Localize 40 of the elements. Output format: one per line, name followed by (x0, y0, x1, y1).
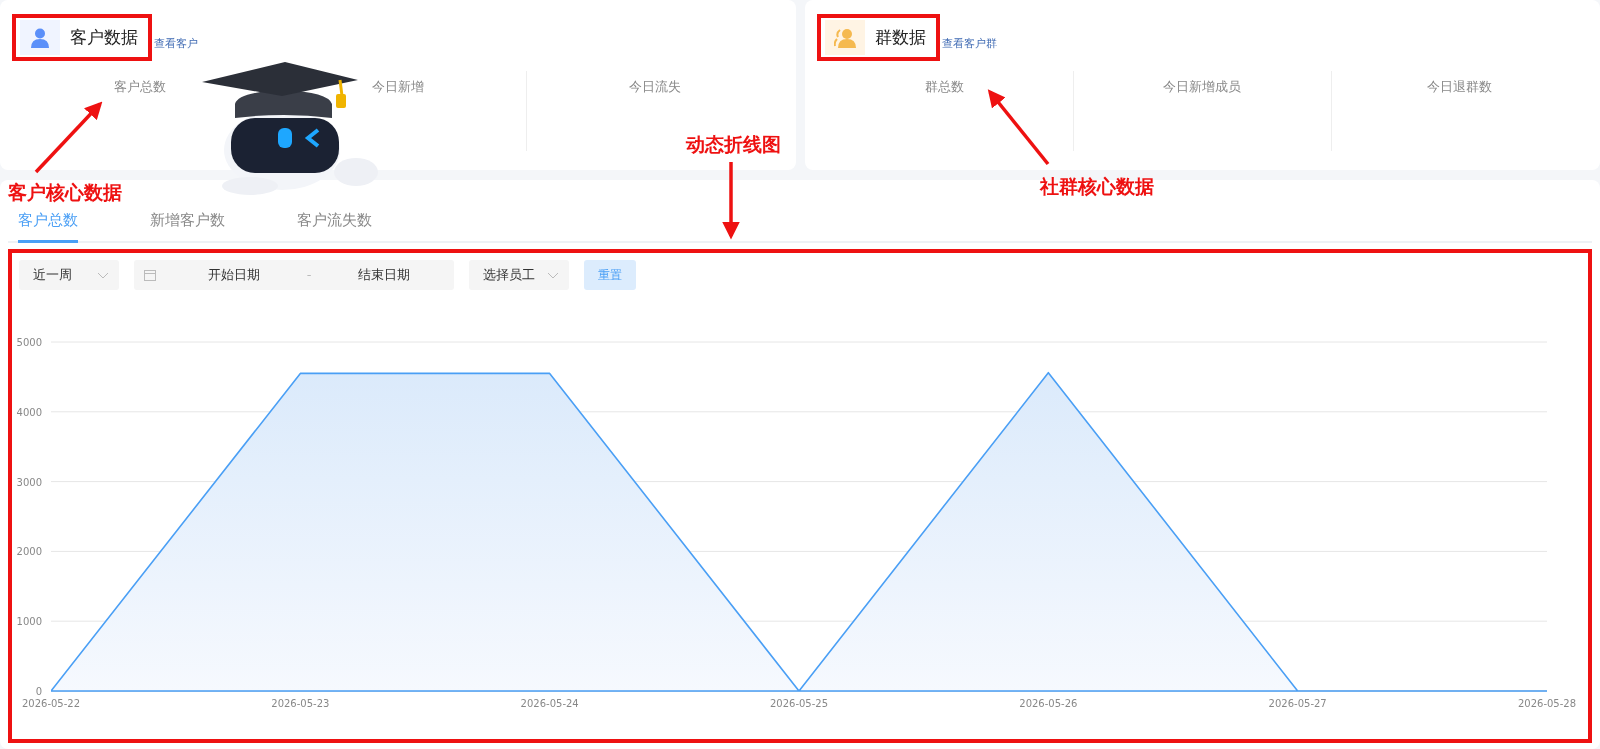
metric-label: 客户总数 (114, 79, 167, 94)
x-tick-label: 2026-05-24 (520, 698, 579, 709)
range-separator: - (305, 266, 313, 285)
people-icon (833, 27, 856, 48)
view-link[interactable]: 查看客户 (154, 36, 198, 53)
x-tick-label: 2026-05-23 (271, 698, 330, 709)
callout-text: 动态折线图 (686, 132, 781, 157)
callout-text: 客户核心数据 (8, 180, 122, 205)
x-tick-label: 2026-05-22 (21, 698, 81, 709)
chart-tab[interactable]: 客户总数 (18, 208, 78, 243)
callout-text: 社群核心数据 (1040, 174, 1154, 199)
y-tick-label: 2000 (16, 546, 42, 558)
x-tick-label: 2026-05-27 (1268, 698, 1327, 709)
reset-button[interactable]: 重置 (584, 260, 636, 290)
view-link[interactable]: 查看客户群 (941, 36, 997, 53)
y-tick-label: 3000 (16, 476, 42, 488)
y-tick-label: 5000 (16, 337, 42, 348)
metric-label: 今日流失 (629, 79, 682, 94)
y-tick-label: 1000 (16, 616, 42, 628)
period-select[interactable]: 近一周 (19, 260, 119, 290)
staff-select[interactable]: 选择员工 (469, 260, 569, 290)
y-tick-label: 0 (35, 686, 42, 697)
y-tick-label: 4000 (16, 406, 42, 418)
chart-tab[interactable]: 客户流失数 (297, 208, 372, 243)
x-tick-label: 2026-05-26 (1019, 698, 1078, 709)
metric-label: 今日退群数 (1427, 79, 1493, 94)
caret-icon (547, 271, 559, 279)
card-title: 群数据 (874, 25, 926, 49)
caret-icon (97, 271, 109, 279)
start-date-input[interactable]: 开始日期 (174, 264, 294, 286)
metric-label: 今日新增成员 (1163, 79, 1242, 94)
end-date-input[interactable]: 结束日期 (324, 264, 444, 286)
chart-tab[interactable]: 新增客户数 (150, 208, 225, 243)
card-title: 客户数据 (70, 25, 138, 49)
metric-label: 今日新增 (371, 79, 424, 94)
person-icon (31, 27, 49, 48)
x-tick-label: 2026-05-28 (1517, 698, 1577, 709)
x-tick-label: 2026-05-25 (769, 698, 829, 709)
metric-label: 群总数 (925, 79, 965, 94)
calendar-icon (144, 269, 156, 281)
